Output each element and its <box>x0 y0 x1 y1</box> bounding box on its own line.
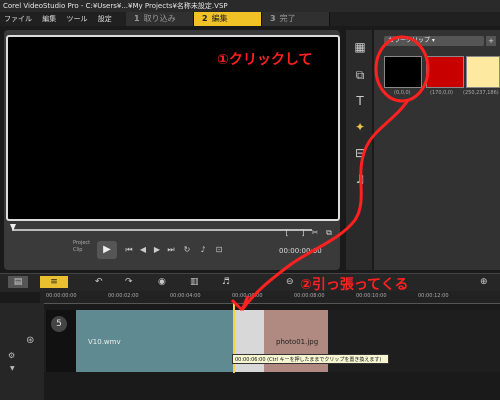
video-track-icon: ⊛ <box>26 335 35 346</box>
clip-label: Clip <box>73 247 83 253</box>
filter-icon[interactable]: ⊟ <box>352 146 368 160</box>
ruler-tick: 00:00:00:00 <box>46 293 77 299</box>
timeline-toolbar <box>0 273 500 292</box>
timecode-display[interactable]: 00:00:00:00 <box>279 247 322 255</box>
clip-label: photo01.jpg <box>276 338 319 346</box>
zoom-out-icon[interactable]: ⊖ <box>286 276 294 288</box>
track-header: ⊛ ⚙ ▼ <box>0 303 44 400</box>
end-icon[interactable]: ⏭ <box>166 245 176 255</box>
step-label: 取り込み <box>143 14 176 23</box>
drag-tooltip: 00:00:06:00 (Ctrl キーを押したままでクリップを置き換えます) <box>232 354 389 364</box>
timeline-view-icon[interactable]: ≡ <box>40 276 68 288</box>
clip-label: V10.wmv <box>88 338 121 346</box>
step-label: 完了 <box>279 14 296 23</box>
track-settings-icon[interactable]: ⚙ <box>8 351 15 360</box>
clip-thumbnail: 5 <box>46 310 76 372</box>
color-swatch-red[interactable] <box>426 56 464 88</box>
copy-icon[interactable]: ⧉ <box>324 228 334 238</box>
sound-mixer-icon[interactable]: ▥ <box>190 276 199 288</box>
transition-icon[interactable]: ⧉ <box>352 68 368 82</box>
menu-tools[interactable]: ツール <box>62 12 91 26</box>
project-clip-toggle[interactable]: Project Clip <box>73 240 90 254</box>
ruler-tick: 00:00:02:00 <box>108 293 139 299</box>
add-folder-icon[interactable]: + <box>486 36 496 46</box>
step-share-tab[interactable]: 3 完了 <box>262 12 330 26</box>
fullscreen-icon[interactable]: ⊡ <box>214 245 224 255</box>
redo-icon[interactable]: ↷ <box>125 276 133 288</box>
ruler-tick: 00:00:12:00 <box>418 293 449 299</box>
menu-edit[interactable]: 編集 <box>38 12 60 26</box>
prev-frame-icon[interactable]: ◀ <box>138 245 148 255</box>
step-label: 編集 <box>211 14 228 23</box>
step-number: 2 <box>202 14 208 23</box>
undo-icon[interactable]: ↶ <box>95 276 103 288</box>
color-swatch-cream[interactable] <box>466 56 500 88</box>
window-title-bar: Corel VideoStudio Pro - C:¥Users¥...¥My … <box>0 0 500 12</box>
menu-file[interactable]: ファイル <box>0 12 36 26</box>
library-category-value: カラークリップ <box>388 37 431 44</box>
step-edit-tab[interactable]: 2 編集 <box>194 12 262 26</box>
title-icon[interactable]: T <box>352 94 368 108</box>
ruler-tick: 00:00:08:00 <box>294 293 325 299</box>
track-expand-icon[interactable]: ▼ <box>10 365 15 372</box>
library-category-bar: ▦ ⧉ T ✦ ⊟ ♫ <box>346 30 372 270</box>
timeline-ruler[interactable]: 00:00:00:00 00:00:02:00 00:00:04:00 00:0… <box>40 291 500 304</box>
swatch-label: (0,0,0) <box>394 90 411 96</box>
swatch-label: (250,237,186) <box>463 90 499 96</box>
scrub-bar[interactable] <box>12 229 312 231</box>
audio-icon[interactable]: ♫ <box>352 172 368 186</box>
ruler-tick: 00:00:04:00 <box>170 293 201 299</box>
zoom-in-icon[interactable]: ⊕ <box>480 276 488 288</box>
split-icon[interactable]: ✂ <box>310 228 320 238</box>
next-frame-icon[interactable]: ▶ <box>152 245 162 255</box>
ruler-tick: 00:00:06:00 <box>232 293 263 299</box>
preview-screen <box>6 35 340 221</box>
play-button[interactable]: ▶ <box>97 241 117 259</box>
menu-bar: ファイル 編集 ツール 設定 1 取り込み 2 編集 3 完了 <box>0 12 500 26</box>
record-capture-icon[interactable]: ◉ <box>158 276 166 288</box>
step-number: 3 <box>270 14 276 23</box>
home-icon[interactable]: ⏮ <box>124 245 134 255</box>
mark-out-icon[interactable]: ] <box>298 228 308 238</box>
menu-settings[interactable]: 設定 <box>94 12 116 26</box>
media-icon[interactable]: ▦ <box>352 40 368 54</box>
library-category-select[interactable]: カラークリップ ▾ <box>384 36 484 46</box>
auto-music-icon[interactable]: ♬ <box>222 276 230 288</box>
repeat-icon[interactable]: ↻ <box>182 245 192 255</box>
graphic-icon[interactable]: ✦ <box>352 120 368 134</box>
swatch-label: (170,0,0) <box>430 90 453 96</box>
volume-icon[interactable]: ♪ <box>198 245 208 255</box>
storyboard-view-icon[interactable]: ▤ <box>8 276 28 288</box>
countdown-thumb: 5 <box>51 316 67 332</box>
step-tabs: 1 取り込み 2 編集 3 完了 <box>126 12 330 26</box>
step-number: 1 <box>134 14 140 23</box>
step-capture-tab[interactable]: 1 取り込み <box>126 12 194 26</box>
color-swatch-black[interactable] <box>384 56 422 88</box>
project-label: Project <box>73 240 91 246</box>
ruler-tick: 00:00:10:00 <box>356 293 387 299</box>
window-title: Corel VideoStudio Pro - C:¥Users¥...¥My … <box>3 2 228 10</box>
mark-in-icon[interactable]: [ <box>282 228 292 238</box>
